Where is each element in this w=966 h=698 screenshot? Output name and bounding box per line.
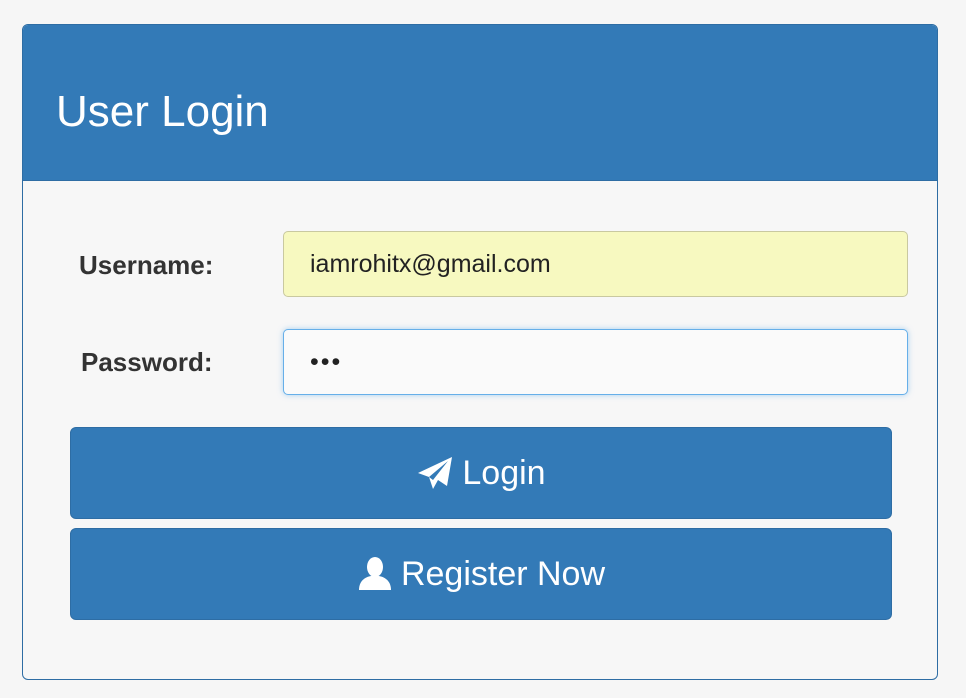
login-button-label: Login — [462, 453, 546, 492]
register-button-label: Register Now — [400, 554, 606, 593]
register-button[interactable]: Register Now — [70, 528, 892, 620]
password-label: Password: — [81, 347, 213, 377]
page-title: User Login — [56, 87, 269, 136]
paper-plane-icon — [416, 455, 454, 491]
username-input[interactable] — [283, 231, 908, 297]
user-icon — [357, 556, 393, 592]
login-panel: User Login Username: Password: Login Reg… — [22, 24, 938, 680]
password-input[interactable] — [283, 329, 908, 395]
login-button[interactable]: Login — [70, 427, 892, 519]
panel-heading: User Login — [23, 25, 937, 181]
username-label: Username: — [79, 250, 214, 280]
